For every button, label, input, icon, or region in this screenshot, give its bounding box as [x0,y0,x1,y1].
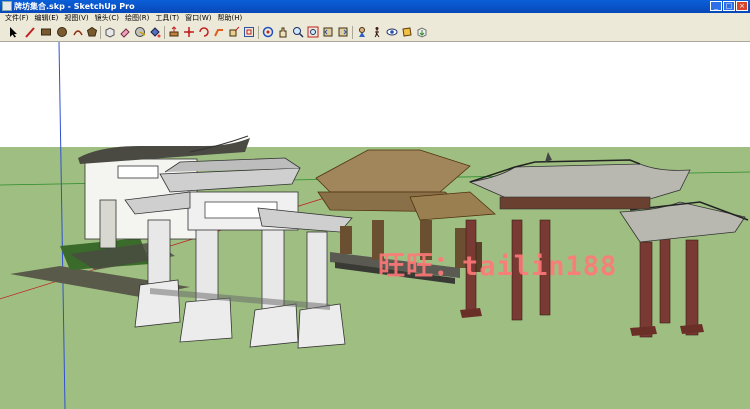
section-plane-icon[interactable] [401,26,413,38]
pan-icon[interactable] [277,26,289,38]
watermark-text: 旺旺：tailin188 [378,251,618,282]
minimize-button[interactable]: _ [710,1,722,11]
position-camera-icon[interactable] [356,26,368,38]
make-component-icon[interactable] [104,26,116,38]
select-icon[interactable] [7,26,19,38]
menu-draw[interactable]: 绘图(R) [122,13,152,23]
orbit-icon[interactable] [262,26,274,38]
window-title: 牌坊集合.skp - SketchUp Pro [14,2,135,11]
move-icon[interactable] [183,26,195,38]
scale-icon[interactable] [228,26,240,38]
menu-bar: 文件(F) 编辑(E) 视图(V) 镜头(C) 绘图(R) 工具(T) 窗口(W… [0,13,750,23]
zoom-extents-icon[interactable] [307,26,319,38]
get-models-icon[interactable] [416,26,428,38]
menu-file[interactable]: 文件(F) [2,13,32,23]
main-toolbar [0,23,750,42]
follow-me-icon[interactable] [213,26,225,38]
menu-edit[interactable]: 编辑(E) [32,13,62,23]
offset-icon[interactable] [243,26,255,38]
eraser-icon[interactable] [119,26,131,38]
menu-tools[interactable]: 工具(T) [152,13,182,23]
line-icon[interactable] [24,26,36,38]
sky [0,42,750,147]
close-button[interactable]: × [736,1,748,11]
polygon-icon[interactable] [86,26,98,38]
tape-measure-icon[interactable] [134,26,146,38]
menu-window[interactable]: 窗口(W) [182,13,214,23]
toolbar-separator [100,26,101,39]
next-view-icon[interactable] [337,26,349,38]
rectangle-icon[interactable] [40,26,52,38]
maximize-button[interactable]: □ [723,1,735,11]
toolbar-separator [352,26,353,39]
scene-canvas[interactable] [0,42,750,409]
menu-help[interactable]: 帮助(H) [214,13,245,23]
window-controls: _ □ × [710,1,748,11]
previous-view-icon[interactable] [322,26,334,38]
zoom-icon[interactable] [292,26,304,38]
sketchup-app-icon[interactable] [2,1,12,11]
look-around-icon[interactable] [386,26,398,38]
toolbar-separator [258,26,259,39]
toolbar-separator [164,26,165,39]
circle-icon[interactable] [56,26,68,38]
menu-camera[interactable]: 镜头(C) [92,13,122,23]
rotate-icon[interactable] [198,26,210,38]
paint-bucket-icon[interactable] [149,26,161,38]
title-bar: 牌坊集合.skp - SketchUp Pro _ □ × [0,0,750,13]
menu-view[interactable]: 视图(V) [61,13,91,23]
model-viewport[interactable]: 旺旺：tailin188 [0,42,750,409]
walk-icon[interactable] [371,26,383,38]
push-pull-icon[interactable] [168,26,180,38]
arc-icon[interactable] [72,26,84,38]
